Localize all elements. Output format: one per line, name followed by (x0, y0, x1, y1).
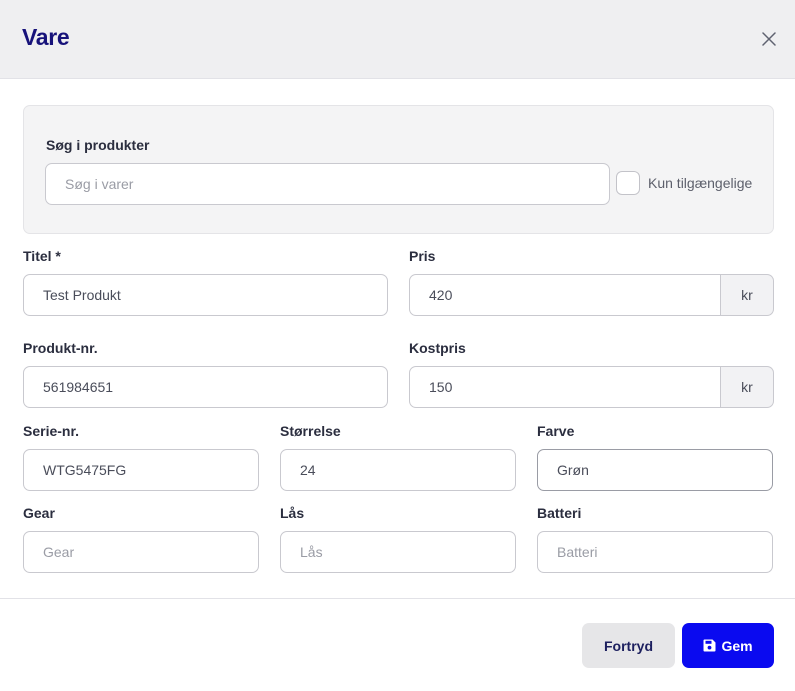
cost-price-input[interactable] (409, 366, 721, 408)
color-label: Farve (537, 423, 575, 439)
product-no-label: Produkt-nr. (23, 340, 98, 356)
gear-input[interactable] (23, 531, 259, 573)
only-available-checkbox[interactable] (616, 171, 640, 195)
price-label: Pris (409, 248, 436, 264)
product-no-input[interactable] (23, 366, 388, 408)
only-available-label: Kun tilgængelige (648, 175, 753, 191)
modal-title: Vare (22, 24, 70, 50)
footer-divider (0, 598, 795, 599)
cost-price-group: kr (409, 366, 774, 408)
size-input[interactable] (280, 449, 516, 491)
close-icon (762, 32, 776, 46)
price-group: kr (409, 274, 774, 316)
color-input[interactable] (537, 449, 773, 491)
price-unit: kr (721, 274, 774, 316)
gear-label: Gear (23, 505, 55, 521)
lock-input[interactable] (280, 531, 516, 573)
cost-price-unit: kr (721, 366, 774, 408)
search-input[interactable] (45, 163, 610, 205)
cancel-button[interactable]: Fortryd (582, 623, 675, 668)
close-button[interactable] (758, 28, 780, 50)
modal-header: Vare (0, 0, 795, 79)
price-input[interactable] (409, 274, 721, 316)
search-label: Søg i produkter (46, 137, 150, 153)
cost-price-label: Kostpris (409, 340, 466, 356)
save-button[interactable]: Gem (682, 623, 774, 668)
lock-label: Lås (280, 505, 305, 521)
save-icon (703, 639, 716, 652)
title-input[interactable] (23, 274, 388, 316)
title-label: Titel * (23, 248, 61, 264)
size-label: Størrelse (280, 423, 341, 439)
battery-label: Batteri (537, 505, 582, 521)
save-button-label: Gem (721, 637, 753, 654)
cancel-button-label: Fortryd (604, 637, 653, 654)
serial-no-input[interactable] (23, 449, 259, 491)
serial-no-label: Serie-nr. (23, 423, 80, 439)
battery-input[interactable] (537, 531, 773, 573)
